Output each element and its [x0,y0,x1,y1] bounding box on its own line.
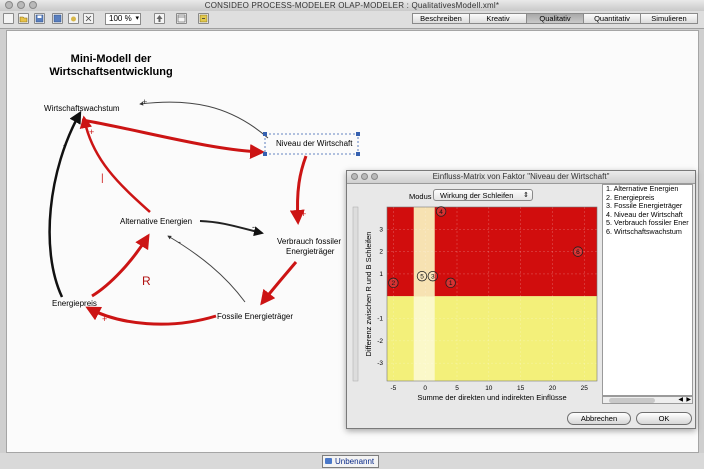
list-horizontal-scrollbar[interactable]: ◀ ▶ [602,396,693,404]
scroll-right-icon[interactable]: ▶ [686,396,691,403]
list-item[interactable]: 3. Fossile Energieträger [603,202,692,211]
node-alternative-energien[interactable]: Alternative Energien [120,217,192,226]
model-title-line2: Wirtschaftsentwicklung [49,66,172,78]
sign-plus-5: + [102,314,107,324]
document-icon [325,458,332,464]
matrix-x-axis-label: Summe der direkten und indirekten Einflü… [417,393,566,402]
matrix-x-tick-label: 15 [517,385,525,392]
selection-handle-bl[interactable] [263,152,267,156]
sign-plus-6: + [139,238,144,248]
node-niveau-der-wirtschaft[interactable]: Niveau der Wirtschaft [276,139,353,148]
model-title-line1: Mini-Modell der [71,53,152,65]
sign-plus-2: + [250,144,255,154]
sign-plus-3: + [301,209,306,219]
selection-handle-tr[interactable] [356,132,360,136]
arrow-niveau-wachstum[interactable] [139,101,269,139]
matrix-y-tick-label: -1 [377,316,383,323]
node-verbrauch-line1[interactable]: Verbrauch fossiler [277,237,341,246]
matrix-point-label: 3 [431,273,435,280]
matrix-point-label: 6 [576,249,580,256]
matrix-point-label: 1 [449,280,453,287]
sign-plus-4: + [262,288,267,298]
sign-plus-7: + [89,127,94,137]
scroll-left-icon[interactable]: ◀ [678,396,683,403]
matrix-y-axis-label: Differenz zwischen R und B Schleifen [364,232,373,357]
loop-label-r: R [142,274,151,288]
matrix-x-tick-label: 5 [455,385,459,392]
influence-matrix-dialog: Einfluss-Matrix von Faktor "Niveau der W… [346,170,696,429]
arrow-wachstum-niveau[interactable] [81,118,265,160]
scrollbar-thumb[interactable] [609,398,655,403]
cancel-button[interactable]: Abbrechen [567,412,631,425]
influence-matrix-chart: -5 0 5 10 15 20 25321-1-2-3Summe der direkten … [352,206,598,402]
node-fossile-energietraeger[interactable]: Fossile Energieträger [217,312,293,321]
matrix-point-label: 5 [420,273,424,280]
sign-minus-3: - [63,140,66,150]
matrix-y-tick-label: 1 [379,271,383,278]
matrix-y-tick-label: 2 [379,249,383,256]
list-item[interactable]: 1. Alternative Energien [603,185,692,194]
ok-button[interactable]: OK [636,412,692,425]
matrix-y-tick-label: -3 [377,360,383,367]
sign-minus-2: - [178,237,181,247]
list-item[interactable]: 6. Wirtschaftswachstum [603,228,692,237]
node-energiepreis[interactable]: Energiepreis [52,299,97,308]
matrix-point-label: 4 [439,209,443,216]
sign-minus-1: - [252,222,255,232]
matrix-highlight-column-bottom [413,296,435,381]
matrix-x-tick-label: 0 [423,385,427,392]
factor-list[interactable]: 1. Alternative Energien 2. Energiepreis … [602,184,693,396]
node-verbrauch-line2[interactable]: Energieträger [286,247,335,256]
matrix-y-tick-label: -2 [377,338,383,345]
matrix-y-tick-label: 3 [379,226,383,233]
list-item[interactable]: 2. Energiepreis [603,194,692,203]
list-item[interactable]: 5. Verbrauch fossiler Ener [603,219,692,228]
matrix-x-tick-label: 10 [485,385,493,392]
status-bar: Unbenannt [0,453,704,469]
matrix-x-tick-label: 20 [549,385,557,392]
selection-handle-tl[interactable] [263,132,267,136]
document-tab-label: Unbenannt [335,457,375,466]
matrix-x-tick-label: 25 [581,385,589,392]
matrix-x-tick-label: -5 [390,385,396,392]
matrix-vertical-scrollbar [352,206,359,382]
node-wirtschaftswachstum[interactable]: Wirtschaftswachstum [44,104,120,113]
sign-plus-1: + [142,97,147,107]
selection-handle-br[interactable] [356,152,360,156]
document-tab[interactable]: Unbenannt [322,455,380,468]
list-item[interactable]: 4. Niveau der Wirtschaft [603,211,692,220]
matrix-point-label: 2 [392,280,396,287]
sign-delay-mark: | [101,173,104,184]
